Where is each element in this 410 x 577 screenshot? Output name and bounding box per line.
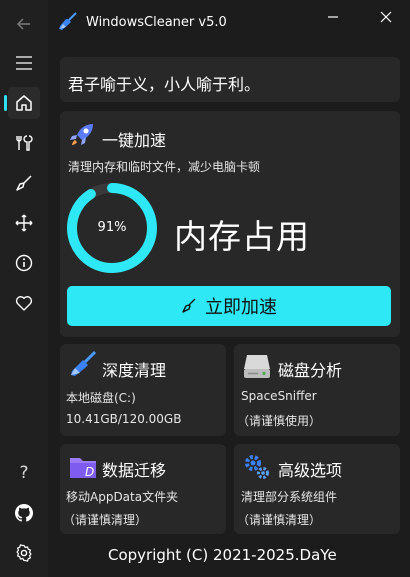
help-icon: ? xyxy=(19,463,29,483)
nav-move[interactable] xyxy=(8,207,40,239)
disk-analysis-card[interactable]: 磁盘分析 SpaceSniffer （请谨慎使用） xyxy=(234,344,400,436)
help-button[interactable]: ? xyxy=(8,457,40,489)
nav-info[interactable] xyxy=(8,247,40,279)
nav-favorite[interactable] xyxy=(8,287,40,319)
title-bar: WindowsCleaner v5.0 xyxy=(48,0,410,44)
sidebar: ? xyxy=(0,0,48,577)
accelerate-now-button[interactable]: 立即加速 xyxy=(67,286,391,326)
minimize-icon xyxy=(328,16,338,18)
advanced-card[interactable]: 高级选项 清理部分系统组件 （请谨慎清理） xyxy=(234,444,400,534)
hard-drive-icon xyxy=(244,355,270,378)
tools-icon xyxy=(16,135,33,151)
advanced-warning: （请谨慎清理） xyxy=(237,513,322,527)
quote-text: 君子喻于义，小人喻于利。 xyxy=(68,75,261,94)
github-icon xyxy=(15,504,33,522)
active-indicator xyxy=(4,95,7,111)
accelerate-subtitle: 清理内存和临时文件，减少电脑卡顿 xyxy=(68,160,261,174)
accelerate-card: 一键加速 清理内存和临时文件，减少电脑卡顿 91% 内存占用 立即加速 xyxy=(60,111,400,337)
data-migration-card[interactable]: D 数据迁移 移动AppData文件夹 （请谨慎清理） xyxy=(60,444,226,534)
home-icon xyxy=(16,95,32,111)
deep-clean-drive: 本地磁盘(C:) xyxy=(66,391,136,405)
heart-icon xyxy=(15,296,33,311)
back-button[interactable] xyxy=(8,8,40,40)
info-icon xyxy=(15,254,33,272)
deep-clean-card[interactable]: 深度清理 本地磁盘(C:) 10.41GB/120.00GB xyxy=(60,344,226,436)
close-icon xyxy=(380,11,392,23)
folder-d-icon: D xyxy=(70,458,96,479)
minimize-button[interactable] xyxy=(318,6,348,28)
gears-icon xyxy=(245,455,269,479)
close-button[interactable] xyxy=(371,6,401,28)
main-content: WindowsCleaner v5.0 君子喻于义，小人喻于利。 一键加速 清理… xyxy=(48,0,410,577)
quote-card: 君子喻于义，小人喻于利。 xyxy=(60,57,400,102)
app-broom-icon xyxy=(59,12,77,30)
deep-clean-broom-icon xyxy=(71,350,97,376)
move-icon xyxy=(15,214,33,232)
deep-clean-title: 深度清理 xyxy=(102,361,167,380)
disk-analysis-title: 磁盘分析 xyxy=(278,361,343,380)
svg-text:D: D xyxy=(85,465,94,479)
memory-percent-text: 91% xyxy=(97,220,127,235)
data-migration-title: 数据迁移 xyxy=(102,461,167,480)
settings-button[interactable] xyxy=(8,537,40,569)
broom-icon xyxy=(182,298,196,313)
data-migration-desc: 移动AppData文件夹 xyxy=(66,490,179,504)
memory-usage-label: 内存占用 xyxy=(174,217,310,256)
accelerate-title: 一键加速 xyxy=(102,131,167,150)
nav-home[interactable] xyxy=(8,87,40,119)
advanced-title: 高级选项 xyxy=(278,461,343,480)
menu-button[interactable] xyxy=(8,47,40,79)
rocket-icon xyxy=(70,124,93,145)
broom-icon xyxy=(16,175,32,191)
menu-icon xyxy=(16,56,32,70)
github-button[interactable] xyxy=(8,497,40,529)
nav-clean[interactable] xyxy=(8,167,40,199)
deep-clean-usage: 10.41GB/120.00GB xyxy=(66,412,182,426)
disk-analysis-warning: （请谨慎使用） xyxy=(237,414,322,428)
app-title: WindowsCleaner v5.0 xyxy=(86,15,227,30)
back-icon xyxy=(16,18,30,30)
disk-analysis-tool: SpaceSniffer xyxy=(241,389,317,403)
copyright-footer: Copyright (C) 2021-2025.DaYe xyxy=(108,546,337,564)
advanced-desc: 清理部分系统组件 xyxy=(241,490,338,504)
settings-icon xyxy=(16,544,32,562)
nav-tools[interactable] xyxy=(8,127,40,159)
data-migration-warning: （请谨慎清理） xyxy=(63,513,148,527)
accelerate-now-label: 立即加速 xyxy=(205,297,277,318)
